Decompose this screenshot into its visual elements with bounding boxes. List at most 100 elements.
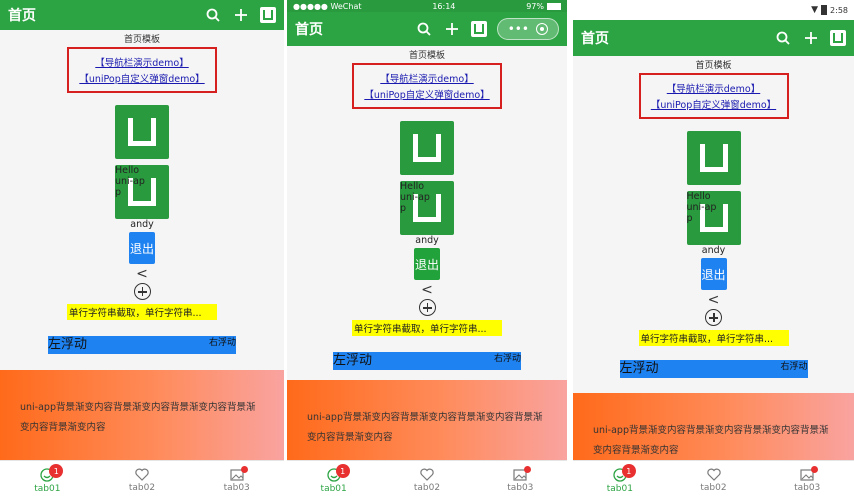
logout-button[interactable]: 退出	[129, 232, 155, 264]
nav-demo-link[interactable]: 【导航栏演示demo】	[95, 55, 188, 69]
status-bar: ●●●●● WeChat 16:14 97%	[287, 0, 567, 12]
tab-label: tab03	[507, 482, 534, 493]
gradient-text: uni-app背景渐变内容背景渐变内容背景渐变内容背景渐变内容背景渐变内容	[20, 402, 256, 433]
logout-button[interactable]: 退出	[414, 248, 440, 280]
wifi-icon: ▼	[811, 5, 819, 15]
gradient-block: uni-app背景渐变内容背景渐变内容背景渐变内容背景渐变内容背景渐变内容	[0, 370, 284, 460]
tab-label: tab01	[606, 483, 633, 494]
demo-links-box: 【导航栏演示demo】 【uniPop自定义弹窗demo】	[352, 63, 502, 109]
tab-01[interactable]: tab01 1	[573, 461, 667, 500]
three-phone-comparison: 首页 首页模板 【导航栏演示demo】 【uniPop自定义弹窗demo】 He…	[0, 0, 854, 500]
battery-icon	[546, 2, 561, 10]
tab-bar: tab01 1 tab02 tab03	[573, 460, 854, 500]
tab-01[interactable]: tab01 1	[287, 461, 380, 500]
uni-logo-icon[interactable]	[471, 21, 487, 37]
popup-demo-link[interactable]: 【uniPop自定义弹窗demo】	[364, 87, 489, 101]
float-right-text: 右浮动	[493, 354, 521, 364]
tab-label: tab03	[794, 482, 821, 493]
float-right-text: 右浮动	[208, 338, 236, 348]
marquee-text: 单行字符串截取，单行字符串...	[67, 304, 217, 320]
tab-03[interactable]: tab03	[760, 461, 854, 500]
demo-links-box: 【导航栏演示demo】 【uniPop自定义弹窗demo】	[638, 73, 789, 119]
tab-03[interactable]: tab03	[189, 461, 284, 500]
float-left-text: 左浮动	[333, 353, 373, 368]
demo-links-box: 【导航栏演示demo】 【uniPop自定义弹窗demo】	[67, 47, 217, 93]
float-bar: 左浮动 右浮动	[48, 336, 236, 354]
status-bar: ▼ 2:58	[573, 0, 854, 20]
search-icon[interactable]	[204, 6, 222, 24]
tab-label: tab01	[34, 483, 61, 494]
mini-program-capsule[interactable]: •••	[497, 18, 559, 40]
tab-label: tab01	[320, 483, 347, 494]
battery-text: 97%	[526, 1, 544, 11]
tab-label: tab03	[223, 482, 250, 493]
plus-circle-icon[interactable]	[133, 283, 151, 300]
more-dots-icon[interactable]: •••	[508, 23, 529, 35]
phone-h5: 首页 首页模板 【导航栏演示demo】 【uniPop自定义弹窗demo】 He…	[0, 0, 284, 500]
nav-bar: 首页	[573, 20, 854, 56]
status-time: 2:58	[830, 5, 848, 15]
page-label: 首页模板	[123, 35, 160, 45]
float-left-text: 左浮动	[48, 337, 88, 352]
gradient-text: uni-app背景渐变内容背景渐变内容背景渐变内容背景渐变内容背景渐变内容	[307, 412, 543, 443]
uni-logo-icon[interactable]	[830, 30, 846, 46]
nav-bar: 首页 •••	[287, 12, 567, 46]
nav-title: 首页	[295, 22, 323, 38]
tab-badge: 1	[49, 464, 64, 478]
battery-icon	[821, 5, 828, 15]
popup-demo-link[interactable]: 【uniPop自定义弹窗demo】	[79, 71, 204, 85]
plus-circle-icon[interactable]	[705, 309, 722, 326]
tab-label: tab02	[413, 483, 441, 493]
chevron-left-icon[interactable]: <	[287, 282, 567, 298]
chevron-left-icon[interactable]: <	[0, 266, 284, 282]
gradient-text: uni-app背景渐变内容背景渐变内容背景渐变内容背景渐变内容背景渐变内容	[593, 425, 829, 456]
tab-badge: 1	[621, 464, 636, 478]
username: andy	[415, 235, 439, 246]
close-circle-icon[interactable]	[536, 23, 549, 35]
search-icon[interactable]	[415, 20, 433, 38]
tab-badge: 1	[335, 464, 350, 478]
tab-dot	[240, 466, 248, 473]
username: andy	[701, 245, 726, 256]
tab-03[interactable]: tab03	[474, 461, 567, 500]
username: andy	[130, 219, 154, 230]
gradient-block: uni-app背景渐变内容背景渐变内容背景渐变内容背景渐变内容背景渐变内容	[287, 380, 567, 470]
uni-logo-avatar-icon: Hello uni-app	[400, 181, 454, 235]
tab-dot	[524, 466, 532, 473]
heart-icon	[420, 468, 434, 481]
search-icon[interactable]	[774, 29, 792, 47]
tab-label: tab02	[700, 483, 727, 493]
uni-logo-avatar-icon: Hello uni-app	[115, 165, 169, 219]
tab-01[interactable]: tab01 1	[0, 461, 95, 500]
logout-button[interactable]: 退出	[700, 258, 727, 290]
uni-logo-large-icon	[115, 105, 169, 159]
add-icon[interactable]	[802, 29, 820, 47]
add-icon[interactable]	[232, 6, 250, 24]
status-time: 16:14	[432, 1, 456, 11]
float-bar: 左浮动 右浮动	[619, 360, 808, 378]
page-label: 首页模板	[408, 51, 445, 61]
tab-bar: tab01 1 tab02 tab03	[0, 460, 284, 500]
page-label: 首页模板	[695, 61, 732, 71]
hello-text: Hello uni-app	[400, 181, 430, 214]
tab-bar: tab01 1 tab02 tab03	[287, 460, 567, 500]
nav-demo-link[interactable]: 【导航栏演示demo】	[380, 71, 473, 85]
hello-text: Hello uni-app	[115, 165, 145, 198]
tab-02[interactable]: tab02	[380, 461, 473, 500]
marquee-text: 单行字符串截取，单行字符串...	[352, 320, 502, 336]
uni-logo-large-icon	[400, 121, 454, 175]
heart-icon	[706, 468, 721, 481]
plus-circle-icon[interactable]	[418, 299, 436, 316]
nav-demo-link[interactable]: 【导航栏演示demo】	[667, 81, 760, 95]
popup-demo-link[interactable]: 【uniPop自定义弹窗demo】	[651, 97, 776, 111]
tab-02[interactable]: tab02	[667, 461, 761, 500]
phone-wechat: ●●●●● WeChat 16:14 97% 首页 ••• 首页模板 【导航栏演…	[287, 0, 567, 500]
add-icon[interactable]	[443, 20, 461, 38]
tab-02[interactable]: tab02	[95, 461, 190, 500]
heart-icon	[135, 468, 149, 481]
nav-bar: 首页	[0, 0, 284, 30]
uni-logo-icon[interactable]	[260, 7, 276, 23]
chevron-left-icon[interactable]: <	[573, 292, 854, 308]
tab-dot	[811, 466, 819, 473]
tab-label: tab02	[128, 483, 156, 493]
